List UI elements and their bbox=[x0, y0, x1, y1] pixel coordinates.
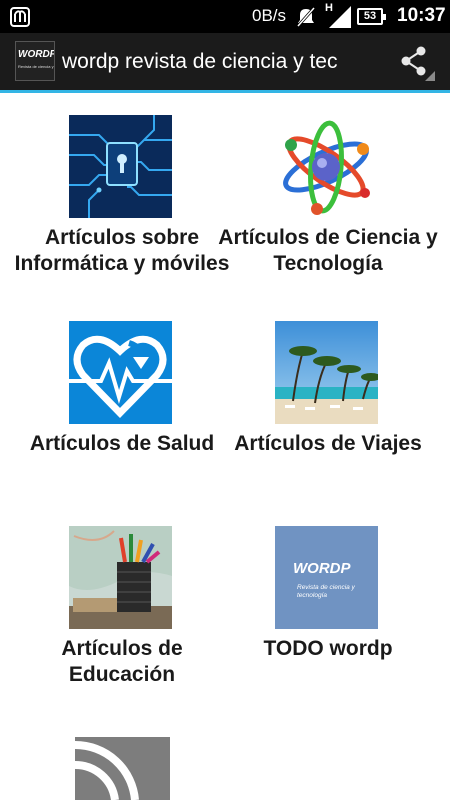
beach-icon bbox=[275, 321, 378, 424]
category-rss[interactable] bbox=[17, 737, 237, 800]
wordp-logo-icon: WORDP Revista de ciencia y tecnología bbox=[275, 526, 378, 629]
app-notification-icon bbox=[10, 7, 30, 27]
category-label: TODO wordp bbox=[263, 637, 393, 660]
category-todo-wordp[interactable]: WORDP Revista de ciencia y tecnología TO… bbox=[218, 526, 438, 696]
category-ciencia[interactable]: Artículos de Ciencia y Tecnología bbox=[218, 115, 438, 305]
app-logo-text: WORDP bbox=[18, 49, 55, 60]
category-informatica[interactable]: Artículos sobre Informática y móviles bbox=[12, 115, 232, 305]
category-viajes[interactable]: Artículos de Viajes bbox=[218, 321, 438, 481]
thumb-title: WORDP bbox=[293, 560, 351, 577]
rss-feed-icon bbox=[75, 737, 170, 800]
category-label: Artículos de Educación bbox=[61, 637, 183, 686]
battery-level: 53 bbox=[363, 10, 377, 22]
network-type: H bbox=[325, 2, 333, 14]
category-salud[interactable]: Artículos de Salud bbox=[12, 321, 232, 481]
circuit-lock-icon bbox=[69, 115, 172, 218]
app-title: wordp revista de ciencia y tec bbox=[62, 50, 338, 73]
heart-pulse-icon bbox=[69, 321, 172, 424]
mute-icon bbox=[296, 7, 316, 27]
network-speed: 0B/s bbox=[252, 6, 287, 25]
thumb-subtitle: Revista de ciencia y tecnología bbox=[297, 584, 355, 599]
atom-icon bbox=[275, 115, 378, 218]
category-label: Artículos de Salud bbox=[29, 432, 215, 455]
battery-icon: 53 bbox=[357, 8, 386, 25]
category-educacion[interactable]: Artículos de Educación bbox=[12, 526, 232, 696]
app-logo-subtext: Revista de ciencia y bbox=[18, 64, 54, 69]
share-icon[interactable] bbox=[395, 45, 435, 81]
status-bar: 0B/s H 53 10:37 bbox=[0, 0, 450, 33]
clock: 10:37 bbox=[397, 5, 446, 26]
category-label: Artículos de Ciencia y Tecnología bbox=[218, 226, 438, 275]
category-label: Artículos de Viajes bbox=[234, 432, 422, 455]
category-label: Artículos sobre Informática y móviles bbox=[14, 226, 230, 275]
app-logo-icon[interactable]: WORDP Revista de ciencia y bbox=[15, 41, 55, 81]
action-bar: WORDP Revista de ciencia y wordp revista… bbox=[0, 33, 450, 93]
pencils-icon bbox=[69, 526, 172, 629]
